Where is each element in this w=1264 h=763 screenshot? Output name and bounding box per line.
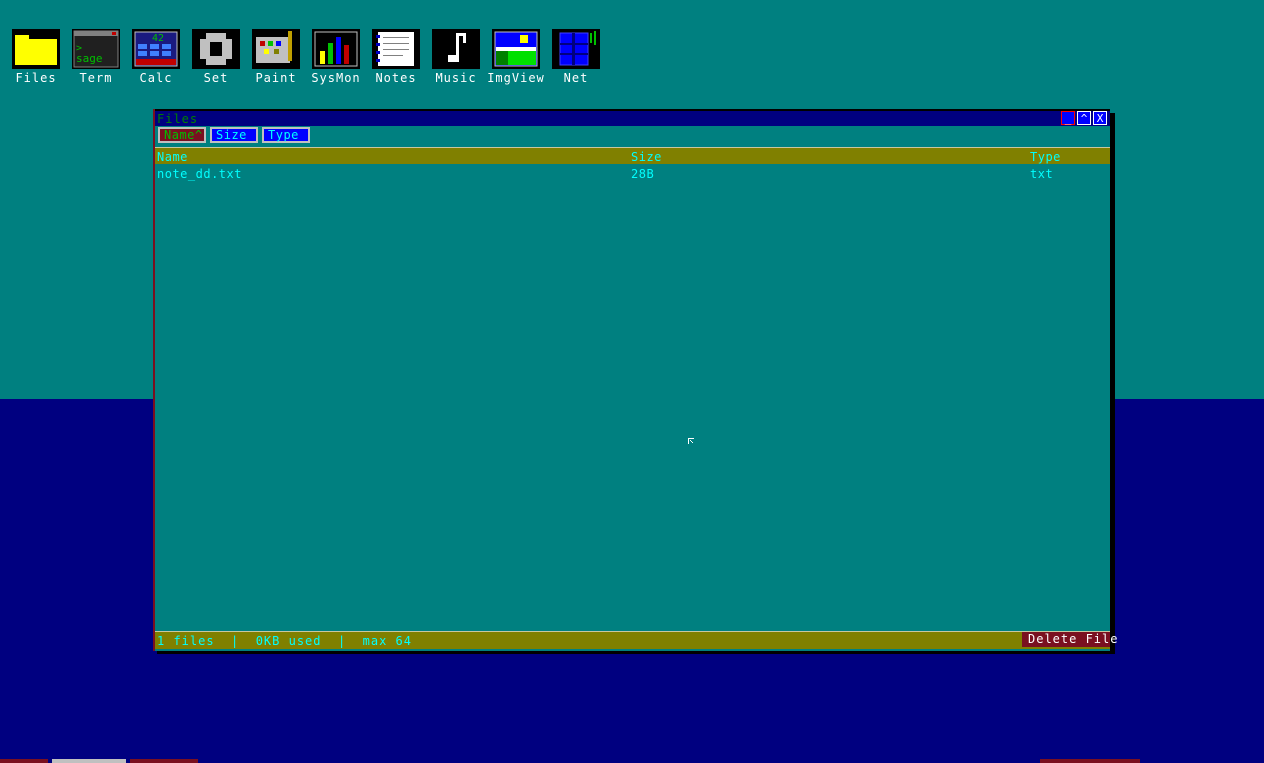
bar-chart-icon [312, 29, 360, 69]
minimize-button[interactable]: _ [1061, 111, 1075, 125]
calculator-glyph: 42 [152, 33, 164, 44]
file-list-header: Name Size Type [155, 147, 1110, 164]
file-list: note_dd.txt 28B txt [155, 164, 1110, 631]
music-note-icon [432, 29, 480, 69]
folder-icon [12, 29, 60, 69]
status-text: 1 files | 0KB used | max 64 [157, 634, 412, 648]
window-title: Files [157, 112, 199, 126]
network-icon [552, 29, 600, 69]
status-bar: 1 files | 0KB used | max 64 Delete File [155, 631, 1117, 649]
file-type: txt [1030, 167, 1054, 181]
terminal-icon: > sage [72, 29, 120, 69]
file-row[interactable]: note_dd.txt 28B txt [155, 167, 1110, 185]
gear-icon [192, 29, 240, 69]
image-icon [492, 29, 540, 69]
maximize-button[interactable]: ^ [1077, 111, 1091, 125]
calculator-icon: 42 [132, 29, 180, 69]
notepad-icon [372, 29, 420, 69]
terminal-glyph: sage [76, 52, 103, 65]
mouse-cursor-icon [688, 435, 696, 444]
close-button[interactable]: X [1093, 111, 1107, 125]
file-name: note_dd.txt [157, 167, 242, 181]
taskbar [0, 759, 1264, 763]
column-header-type[interactable]: Type [1030, 150, 1061, 164]
column-header-size[interactable]: Size [631, 150, 662, 164]
sort-by-type-button[interactable]: Type [262, 127, 310, 143]
sort-by-name-button[interactable]: Name^ [158, 127, 206, 143]
file-size: 28B [631, 167, 655, 181]
desktop-icon-net[interactable]: Net [546, 28, 606, 88]
files-window: Files _ ^ X Name^ Size Type Name Size Ty… [153, 109, 1117, 651]
column-header-name[interactable]: Name [157, 150, 188, 164]
window-titlebar[interactable]: Files _ ^ X [155, 109, 1110, 126]
sort-by-size-button[interactable]: Size [210, 127, 258, 143]
delete-file-button[interactable]: Delete File [1022, 632, 1117, 647]
sort-toolbar: Name^ Size Type [155, 126, 1110, 147]
desktop-icon-label: Net [563, 71, 589, 85]
palette-icon [252, 29, 300, 69]
